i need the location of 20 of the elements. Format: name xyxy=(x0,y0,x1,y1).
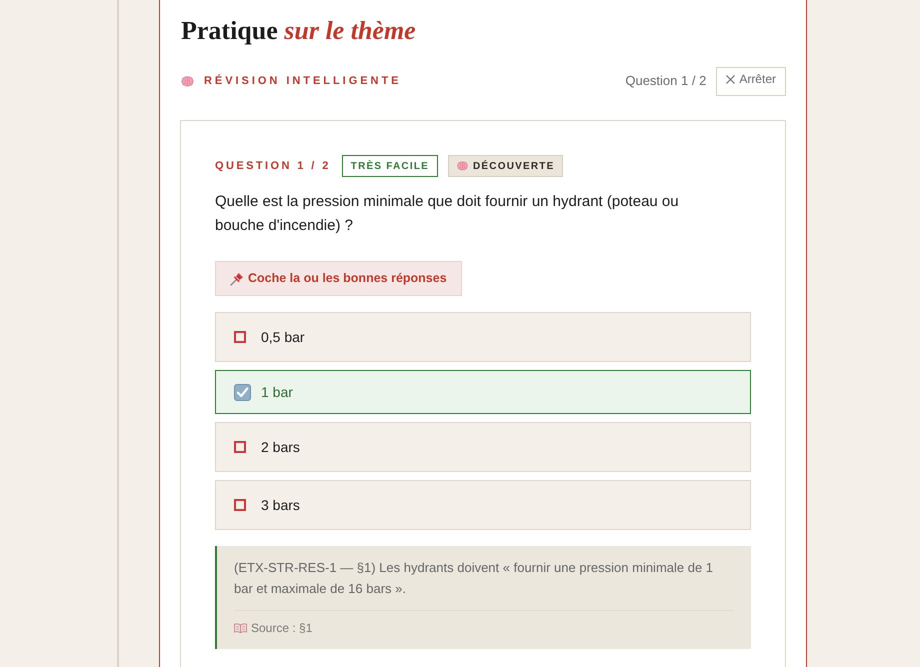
close-icon xyxy=(726,74,736,84)
brain-icon xyxy=(457,161,468,171)
mode-label: RÉVISION INTELLIGENTE xyxy=(204,73,402,89)
difficulty-badge: TRÈS FACILE xyxy=(342,155,438,177)
page-title: Pratique sur le thème xyxy=(180,15,416,47)
pushpin-icon xyxy=(230,272,244,286)
source-label: Source : §1 xyxy=(251,620,312,637)
question-counter: QUESTION 1 / 2 xyxy=(215,158,331,174)
progress-label: Question 1 / 2 xyxy=(625,72,706,90)
instruction-text: Coche la ou les bonnes réponses xyxy=(248,270,447,288)
answer-option[interactable]: 0,5 bar xyxy=(215,312,751,362)
explanation-text: (ETX-STR-RES-1 — §1) Les hydrants doivent « fournir une pression minimale de 1 bar et maximale de 16 bars ». xyxy=(234,559,714,598)
answer-option[interactable]: 3 bars xyxy=(215,480,751,530)
answer-option[interactable]: 1 bar xyxy=(215,370,751,414)
stop-button[interactable]: Arrêter xyxy=(716,66,786,96)
mode-badge: DÉCOUVERTE xyxy=(448,155,564,177)
brain-icon xyxy=(181,76,194,86)
question-text: Quelle est la pression minimale que doit fournir un hydrant (poteau ou bouche d'incendie) ? xyxy=(215,192,680,236)
answer-option[interactable]: 2 bars xyxy=(215,422,751,472)
book-icon xyxy=(234,623,247,633)
